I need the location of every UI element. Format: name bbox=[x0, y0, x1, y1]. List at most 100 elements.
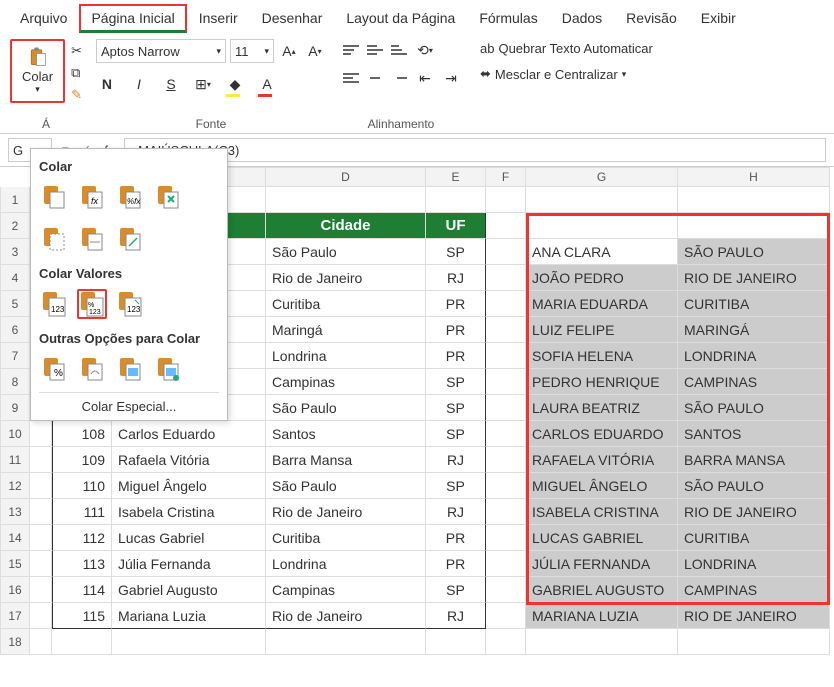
cell-A15[interactable] bbox=[30, 551, 52, 577]
paste-keep-source-icon[interactable] bbox=[153, 182, 183, 212]
wrap-text-button[interactable]: ab Quebrar Texto Automaticar bbox=[476, 39, 657, 58]
row-header-14[interactable]: 14 bbox=[0, 525, 30, 551]
col-header-E[interactable]: E bbox=[426, 167, 486, 187]
cell-D18[interactable] bbox=[266, 629, 426, 655]
menu-exibir[interactable]: Exibir bbox=[689, 4, 748, 33]
cell-E4[interactable]: RJ bbox=[426, 265, 486, 291]
cell-F13[interactable] bbox=[486, 499, 526, 525]
cell-G7[interactable]: SOFIA HELENA bbox=[526, 343, 678, 369]
increase-font-icon[interactable]: A▴ bbox=[278, 40, 300, 62]
cell-G11[interactable]: RAFAELA VITÓRIA bbox=[526, 447, 678, 473]
decrease-font-icon[interactable]: A▾ bbox=[304, 40, 326, 62]
cell-H2[interactable] bbox=[678, 213, 830, 239]
cell-H6[interactable]: MARINGÁ bbox=[678, 317, 830, 343]
row-header-11[interactable]: 11 bbox=[0, 447, 30, 473]
cell-F17[interactable] bbox=[486, 603, 526, 629]
cell-A18[interactable] bbox=[30, 629, 52, 655]
copy-icon[interactable]: ⧉ bbox=[71, 65, 82, 81]
cell-C13[interactable]: Isabela Cristina bbox=[112, 499, 266, 525]
cell-H17[interactable]: RIO DE JANEIRO bbox=[678, 603, 830, 629]
cell-G15[interactable]: JÚLIA FERNANDA bbox=[526, 551, 678, 577]
cell-G10[interactable]: CARLOS EDUARDO bbox=[526, 421, 678, 447]
cell-G16[interactable]: GABRIEL AUGUSTO bbox=[526, 577, 678, 603]
cell-F2[interactable] bbox=[486, 213, 526, 239]
cell-C14[interactable]: Lucas Gabriel bbox=[112, 525, 266, 551]
increase-indent-button[interactable]: ⇥ bbox=[440, 67, 462, 89]
paste-special-button[interactable]: Colar Especial... bbox=[39, 392, 219, 420]
paste-link-icon[interactable] bbox=[77, 354, 107, 384]
cell-H10[interactable]: SANTOS bbox=[678, 421, 830, 447]
cell-G5[interactable]: MARIA EDUARDA bbox=[526, 291, 678, 317]
row-header-17[interactable]: 17 bbox=[0, 603, 30, 629]
cell-F16[interactable] bbox=[486, 577, 526, 603]
paste-formatting-icon[interactable]: % bbox=[39, 354, 69, 384]
cell-A11[interactable] bbox=[30, 447, 52, 473]
menu-layout-da-página[interactable]: Layout da Página bbox=[334, 4, 467, 33]
cell-D9[interactable]: São Paulo bbox=[266, 395, 426, 421]
cell-F4[interactable] bbox=[486, 265, 526, 291]
cell-F8[interactable] bbox=[486, 369, 526, 395]
cell-D15[interactable]: Londrina bbox=[266, 551, 426, 577]
row-header-8[interactable]: 8 bbox=[0, 369, 30, 395]
cell-B10[interactable]: 108 bbox=[52, 421, 112, 447]
cell-F14[interactable] bbox=[486, 525, 526, 551]
cell-C15[interactable]: Júlia Fernanda bbox=[112, 551, 266, 577]
cell-D1[interactable] bbox=[266, 187, 426, 213]
cell-F7[interactable] bbox=[486, 343, 526, 369]
cell-B11[interactable]: 109 bbox=[52, 447, 112, 473]
cell-F18[interactable] bbox=[486, 629, 526, 655]
cell-F6[interactable] bbox=[486, 317, 526, 343]
cell-H5[interactable]: CURITIBA bbox=[678, 291, 830, 317]
col-header-G[interactable]: G bbox=[526, 167, 678, 187]
cell-A10[interactable] bbox=[30, 421, 52, 447]
font-color-button[interactable]: A bbox=[256, 73, 278, 95]
cell-F11[interactable] bbox=[486, 447, 526, 473]
cell-E5[interactable]: PR bbox=[426, 291, 486, 317]
paste-transpose-icon[interactable] bbox=[115, 224, 145, 254]
cell-A14[interactable] bbox=[30, 525, 52, 551]
menu-fórmulas[interactable]: Fórmulas bbox=[467, 4, 549, 33]
font-name-select[interactable]: Aptos Narrow▾ bbox=[96, 39, 226, 63]
row-header-7[interactable]: 7 bbox=[0, 343, 30, 369]
cell-E3[interactable]: SP bbox=[426, 239, 486, 265]
cell-G14[interactable]: LUCAS GABRIEL bbox=[526, 525, 678, 551]
cell-G18[interactable] bbox=[526, 629, 678, 655]
cell-B16[interactable]: 114 bbox=[52, 577, 112, 603]
row-header-4[interactable]: 4 bbox=[0, 265, 30, 291]
cell-H1[interactable] bbox=[678, 187, 830, 213]
fill-color-button[interactable]: ◆ bbox=[224, 73, 246, 95]
col-header-H[interactable]: H bbox=[678, 167, 830, 187]
row-header-6[interactable]: 6 bbox=[0, 317, 30, 343]
col-header-F[interactable]: F bbox=[486, 167, 526, 187]
row-header-3[interactable]: 3 bbox=[0, 239, 30, 265]
paste-values-icon[interactable]: 123 bbox=[39, 289, 69, 319]
cell-C12[interactable]: Miguel Ângelo bbox=[112, 473, 266, 499]
italic-button[interactable]: I bbox=[128, 73, 150, 95]
cell-D7[interactable]: Londrina bbox=[266, 343, 426, 369]
paste-linked-picture-icon[interactable] bbox=[153, 354, 183, 384]
row-header-5[interactable]: 5 bbox=[0, 291, 30, 317]
cell-H16[interactable]: CAMPINAS bbox=[678, 577, 830, 603]
paste-all-icon[interactable] bbox=[39, 182, 69, 212]
cell-B14[interactable]: 112 bbox=[52, 525, 112, 551]
row-header-2[interactable]: 2 bbox=[0, 213, 30, 239]
row-header-18[interactable]: 18 bbox=[0, 629, 30, 655]
cell-D10[interactable]: Santos bbox=[266, 421, 426, 447]
cell-G3[interactable]: ANA CLARA bbox=[526, 239, 678, 265]
cell-E16[interactable]: SP bbox=[426, 577, 486, 603]
cell-D14[interactable]: Curitiba bbox=[266, 525, 426, 551]
cell-C10[interactable]: Carlos Eduardo bbox=[112, 421, 266, 447]
cell-H12[interactable]: SÃO PAULO bbox=[678, 473, 830, 499]
cell-C16[interactable]: Gabriel Augusto bbox=[112, 577, 266, 603]
menu-desenhar[interactable]: Desenhar bbox=[250, 4, 335, 33]
row-header-9[interactable]: 9 bbox=[0, 395, 30, 421]
cell-D16[interactable]: Campinas bbox=[266, 577, 426, 603]
cell-G6[interactable]: LUIZ FELIPE bbox=[526, 317, 678, 343]
cell-D4[interactable]: Rio de Janeiro bbox=[266, 265, 426, 291]
cell-D11[interactable]: Barra Mansa bbox=[266, 447, 426, 473]
paste-formulas-icon[interactable]: fx bbox=[77, 182, 107, 212]
cell-C18[interactable] bbox=[112, 629, 266, 655]
cell-B18[interactable] bbox=[52, 629, 112, 655]
cell-H14[interactable]: CURITIBA bbox=[678, 525, 830, 551]
cell-B15[interactable]: 113 bbox=[52, 551, 112, 577]
